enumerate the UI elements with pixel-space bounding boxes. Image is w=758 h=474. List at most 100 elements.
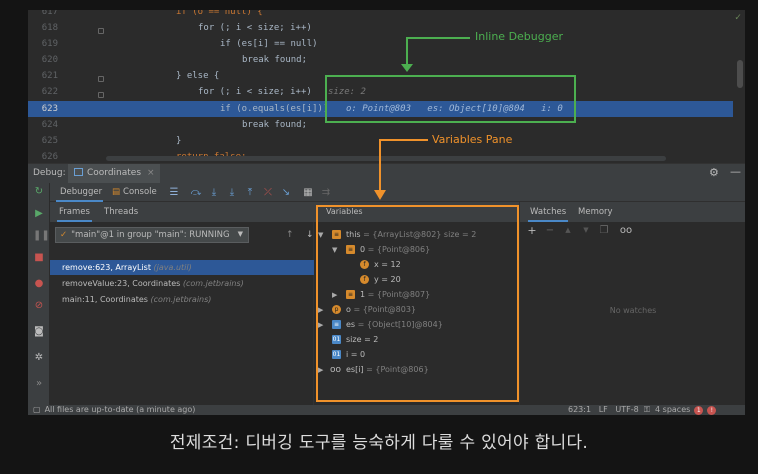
caret-position[interactable]: 623:1 — [568, 405, 591, 414]
minimize-icon[interactable]: — — [730, 165, 741, 178]
line-number: 621 — [41, 71, 58, 81]
code-text: if (o.equals(es[i])) — [220, 104, 329, 114]
checkmark-icon: ✓ — [60, 230, 68, 240]
stop-icon[interactable]: ■ — [33, 252, 45, 264]
line-number: 623 — [41, 104, 58, 114]
tab-watches[interactable]: Watches — [528, 202, 569, 222]
tab-memory[interactable]: Memory — [578, 207, 613, 217]
view-breakpoints-icon[interactable]: ● — [33, 278, 45, 290]
inline-debugger-label: Inline Debugger — [475, 30, 564, 43]
arrow-up-icon[interactable]: ↑ — [286, 230, 294, 240]
code-text: } else { — [176, 71, 220, 81]
variables-pane-arrow — [374, 139, 428, 200]
frame-method: main:11, Coordinates — [62, 295, 148, 304]
run-config-icon — [74, 168, 83, 176]
menu-icon[interactable]: ☰ — [168, 187, 180, 198]
code-line[interactable]: 618 for (; i < size; i++) — [28, 20, 733, 36]
indent-setting[interactable]: 4 spaces — [655, 405, 690, 414]
tab-console[interactable]: ▤ Console — [112, 187, 157, 197]
empty-watches-text: No watches — [609, 306, 657, 315]
line-number: 624 — [41, 120, 58, 130]
chevron-down-icon: ▼ — [237, 230, 243, 238]
resume-icon[interactable]: ▶ — [33, 208, 45, 220]
frame-method: removeValue:23, Coordinates — [62, 279, 181, 288]
lock-icon[interactable]: ⚿ — [644, 405, 650, 414]
frame-item[interactable]: remove:623, ArrayList (java.util) — [50, 260, 314, 275]
code-line[interactable]: 617 if (o == null) { — [28, 10, 733, 20]
caption: 전제조건: 디버깅 도구를 능숙하게 다룰 수 있어야 합니다. — [169, 433, 589, 453]
console-icon: ▤ — [112, 187, 121, 197]
code-text: break found; — [242, 55, 308, 65]
watches-pane: Watches Memory + − ▲ ▼ ❐ oo No watches — [519, 202, 745, 405]
camera-icon[interactable]: ◙ — [33, 326, 45, 338]
code-line[interactable]: 619 if (es[i] == null) — [28, 36, 733, 52]
code-text: if (es[i] == null) — [220, 39, 318, 49]
run-to-cursor-icon[interactable]: ↘ — [280, 187, 292, 198]
step-over-icon[interactable]: ⤼ — [190, 187, 202, 198]
frame-method: remove:623, ArrayList — [62, 263, 151, 272]
trace-icon[interactable]: ⇉ — [320, 187, 332, 198]
tab-coordinates[interactable]: Coordinates × — [68, 164, 160, 184]
tab-coordinates-label: Coordinates — [87, 168, 142, 178]
status-bar: ▢ All files are up-to-date (a minute ago)… — [28, 405, 745, 415]
arrow-down-icon[interactable]: ↓ — [306, 230, 314, 240]
force-step-into-icon[interactable]: ⤓ — [226, 187, 238, 198]
frame-package: (com.jetbrains) — [150, 295, 212, 304]
add-icon[interactable]: + — [526, 225, 538, 236]
fold-marker-icon[interactable] — [98, 28, 104, 34]
error-count-badge[interactable]: 1 — [694, 406, 704, 415]
file-encoding[interactable]: UTF-8 — [615, 405, 638, 414]
frame-package: (com.jetbrains) — [182, 279, 244, 288]
rerun-icon[interactable]: ↻ — [33, 186, 45, 198]
gear-icon[interactable]: ⚙ — [709, 166, 719, 179]
thread-selector-value: "main"@1 in group "main": RUNNING — [71, 230, 230, 240]
mute-breakpoints-icon[interactable]: ⊘ — [33, 300, 45, 312]
more-icon[interactable]: » — [33, 378, 45, 390]
remove-icon[interactable]: − — [544, 225, 556, 236]
tab-debugger[interactable]: Debugger — [56, 183, 103, 202]
move-down-icon[interactable]: ▼ — [580, 225, 592, 236]
code-text: if (o == null) { — [176, 10, 263, 17]
line-separator[interactable]: LF — [599, 405, 608, 414]
step-into-icon[interactable]: ⤓ — [208, 187, 220, 198]
move-up-icon[interactable]: ▲ — [562, 225, 574, 236]
fold-marker-icon[interactable] — [98, 92, 104, 98]
evaluate-expression-icon[interactable]: ▦ — [302, 187, 314, 198]
tab-console-label: Console — [123, 187, 157, 197]
frames-pane: Frames Threads ✓ "main"@1 in group "main"… — [50, 202, 314, 405]
code-text: for (; i < size; i++) — [198, 87, 312, 97]
notification-icon[interactable]: ! — [707, 406, 717, 415]
code-text: break found; — [242, 120, 308, 130]
fold-marker-icon[interactable] — [98, 76, 104, 82]
line-number: 625 — [41, 136, 58, 146]
status-message: All files are up-to-date (a minute ago) — [44, 405, 196, 414]
debug-label: Debug: — [33, 168, 66, 178]
debug-side-toolbar: ↻ ▶ ❚❚ ■ ● ⊘ ◙ ✲ » — [28, 183, 50, 405]
frame-item[interactable]: removeValue:23, Coordinates (com.jetbrai… — [50, 276, 314, 291]
drop-frame-icon[interactable]: ⤫ — [262, 187, 274, 198]
inline-debugger-arrow — [401, 37, 470, 72]
thread-selector[interactable]: ✓ "main"@1 in group "main": RUNNING ▼ — [55, 227, 249, 243]
frame-item[interactable]: main:11, Coordinates (com.jetbrains) — [50, 292, 314, 307]
variables-pane-label: Variables Pane — [432, 133, 513, 146]
tab-debugger-label: Debugger — [60, 187, 103, 197]
watch-icon[interactable]: oo — [618, 225, 634, 236]
code-text: for (; i < size; i++) — [198, 23, 312, 33]
line-number: 619 — [41, 39, 58, 49]
editor-vertical-scrollbar[interactable] — [737, 60, 743, 88]
close-icon[interactable]: × — [147, 168, 155, 178]
frame-package: (java.util) — [153, 263, 192, 272]
line-number: 622 — [41, 87, 58, 97]
step-out-icon[interactable]: ⤒ — [244, 187, 256, 198]
line-number: 618 — [41, 23, 58, 33]
tab-threads[interactable]: Threads — [104, 207, 138, 217]
settings-icon[interactable]: ✲ — [33, 352, 45, 364]
panel-toggle-icon[interactable]: ▢ — [33, 405, 41, 414]
pause-icon[interactable]: ❚❚ — [33, 230, 50, 242]
line-number: 620 — [41, 55, 58, 65]
code-line[interactable]: 620 break found; — [28, 52, 733, 68]
code-text: } — [176, 136, 182, 146]
duplicate-icon[interactable]: ❐ — [598, 225, 610, 236]
checkmark-icon: ✓ — [734, 12, 741, 23]
tab-frames[interactable]: Frames — [57, 202, 92, 222]
